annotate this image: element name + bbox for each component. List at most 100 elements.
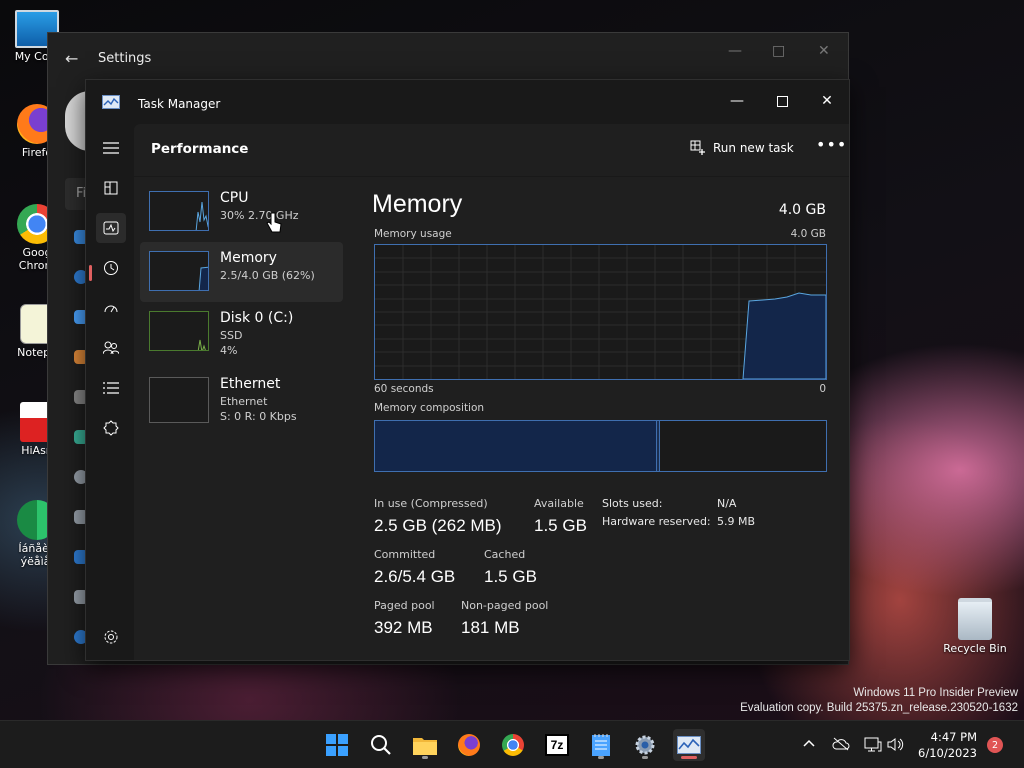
nav-app-history[interactable] [96, 253, 126, 283]
hand-cursor-icon [266, 212, 282, 233]
hamburger-menu-button[interactable] [96, 133, 126, 163]
nav-services[interactable] [96, 413, 126, 443]
hardware-reserved-value: 5.9 MB [717, 515, 756, 528]
settings-title: Settings [98, 51, 152, 66]
show-hidden-icons-button[interactable] [803, 737, 815, 752]
cloud-offline-icon [832, 737, 850, 751]
app-history-icon [104, 261, 118, 275]
cpu-sparkline [195, 201, 208, 230]
clock-date: 6/10/2023 [918, 746, 977, 760]
nav-startup-apps[interactable] [96, 293, 126, 323]
running-indicator [422, 756, 428, 759]
search-button[interactable] [365, 729, 397, 761]
task-manager-nav [86, 124, 134, 660]
resource-detail-2: S: 0 R: 0 Kbps [220, 410, 297, 423]
settings-titlebar[interactable]: ← Settings — □ ✕ [48, 33, 848, 83]
memory-composition-bar [374, 420, 827, 472]
processes-icon [104, 181, 118, 195]
start-icon [326, 734, 348, 756]
nav-users[interactable] [96, 333, 126, 363]
close-button[interactable]: ✕ [804, 86, 850, 116]
run-new-task-icon [690, 140, 705, 155]
task-manager-icon [677, 736, 701, 754]
chrome-icon [502, 734, 524, 756]
desktop-icon-label: Recycle Bin [943, 642, 1007, 655]
settings-icon [104, 630, 118, 644]
services-icon [103, 420, 119, 436]
watermark-build: Evaluation copy. Build 25375.zn_release.… [740, 702, 1018, 714]
ethernet-thumbnail-graph [149, 377, 209, 423]
nav-details[interactable] [96, 373, 126, 403]
running-indicator [642, 756, 648, 759]
taskbar-firefox[interactable] [453, 729, 485, 761]
in-use-value: 2.5 GB (262 MB) [374, 516, 502, 535]
composition-modified [657, 421, 660, 471]
minimize-button[interactable]: — [714, 86, 760, 116]
resource-item-memory[interactable]: Memory 2.5/4.0 GB (62%) [140, 242, 343, 302]
slots-used-label: Slots used: [602, 497, 663, 510]
nav-performance[interactable] [96, 213, 126, 243]
graph-time-left: 60 seconds [374, 383, 434, 395]
task-manager-icon [102, 95, 120, 109]
resource-item-disk[interactable]: Disk 0 (C:) SSD 4% [140, 302, 343, 362]
back-arrow-icon[interactable]: ← [65, 49, 78, 68]
resource-item-ethernet[interactable]: Ethernet Ethernet S: 0 R: 0 Kbps [140, 368, 343, 428]
available-label: Available [534, 497, 584, 510]
maximize-icon [776, 95, 788, 107]
header-divider [134, 176, 849, 177]
clock[interactable]: 4:47 PM 6/10/2023 [918, 729, 977, 761]
resource-name: Ethernet [220, 376, 281, 392]
more-options-button[interactable]: ••• [816, 135, 847, 154]
memory-sparkline [198, 266, 208, 290]
desktop-icon-recycle-bin[interactable]: Recycle Bin [938, 598, 1012, 655]
taskbar-task-manager[interactable] [673, 729, 705, 761]
settings-icon [635, 735, 655, 755]
maximize-icon[interactable]: □ [772, 43, 785, 59]
task-manager-titlebar[interactable]: Task Manager — ✕ [86, 80, 849, 124]
resource-detail: 30% 2.70 GHz [220, 209, 299, 222]
active-indicator [681, 756, 697, 759]
performance-page: Performance Run new task ••• CPU 30% 2.7… [134, 124, 849, 660]
run-new-task-button[interactable]: Run new task [690, 140, 794, 155]
graph-time-right: 0 [819, 383, 826, 395]
volume-button[interactable] [887, 737, 905, 756]
taskbar-file-explorer[interactable] [409, 729, 441, 761]
watermark-edition: Windows 11 Pro Insider Preview [853, 687, 1018, 699]
resource-detail-2: 4% [220, 344, 238, 357]
taskbar-notepad[interactable] [585, 729, 617, 761]
resource-item-cpu[interactable]: CPU 30% 2.70 GHz [140, 182, 343, 242]
maximize-button[interactable] [759, 86, 805, 116]
memory-thumbnail-graph [149, 251, 209, 291]
running-indicator [598, 756, 604, 759]
nav-processes[interactable] [96, 173, 126, 203]
nav-settings[interactable] [96, 622, 126, 652]
taskbar-chrome[interactable] [497, 729, 529, 761]
notification-badge[interactable]: 2 [987, 737, 1003, 753]
slots-used-value: N/A [717, 497, 737, 510]
available-value: 1.5 GB [534, 516, 587, 535]
windows-watermark: Windows 11 Pro Insider Preview Evaluatio… [740, 686, 1018, 716]
taskbar-settings[interactable] [629, 729, 661, 761]
paged-pool-value: 392 MB [374, 618, 433, 637]
non-paged-pool-label: Non-paged pool [461, 599, 549, 612]
chevron-up-icon [803, 739, 815, 747]
composition-in-use [375, 421, 657, 471]
recycle-bin-icon [958, 598, 992, 640]
onedrive-button[interactable] [832, 737, 850, 755]
network-button[interactable] [864, 737, 882, 756]
hardware-reserved-label: Hardware reserved: [602, 515, 711, 528]
start-button[interactable] [321, 729, 353, 761]
memory-usage-label: Memory usage [374, 228, 452, 240]
cpu-thumbnail-graph [149, 191, 209, 231]
hamburger-icon [103, 142, 119, 154]
resource-detail: Ethernet [220, 395, 268, 408]
memory-usage-max: 4.0 GB [790, 228, 826, 240]
taskbar-7zip[interactable]: 7z [541, 729, 573, 761]
users-icon [103, 341, 119, 355]
details-icon [103, 382, 119, 394]
minimize-icon[interactable]: — [728, 43, 742, 59]
search-icon [371, 735, 391, 755]
resource-name: CPU [220, 190, 249, 206]
close-icon[interactable]: ✕ [818, 43, 830, 59]
task-manager-window[interactable]: Task Manager — ✕ Performance Run new tas… [85, 79, 850, 661]
